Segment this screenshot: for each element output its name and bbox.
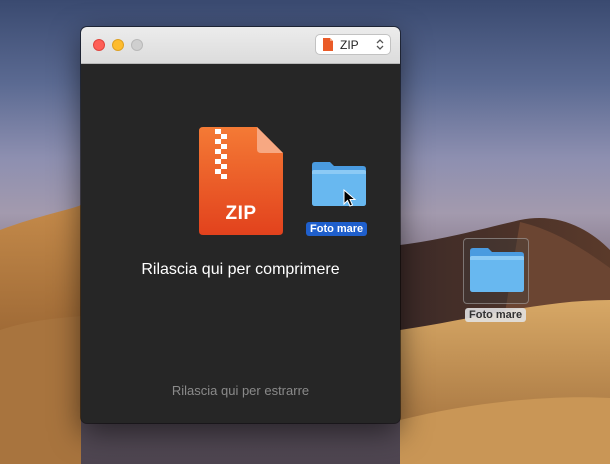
archiver-window[interactable]: ZIP ZIP Foto mare Rilascia qui per compr… xyxy=(81,27,400,423)
dragged-folder-label: Foto mare xyxy=(306,222,368,236)
zoom-button[interactable] xyxy=(131,39,143,51)
close-button[interactable] xyxy=(93,39,105,51)
zip-document-icon xyxy=(323,38,333,51)
minimize-button[interactable] xyxy=(112,39,124,51)
format-selector[interactable]: ZIP xyxy=(315,34,391,55)
drop-to-extract-text: Rilascia qui per estrarre xyxy=(171,383,310,398)
folder-icon[interactable] xyxy=(310,161,368,207)
desktop-folder-label[interactable]: Foto mare xyxy=(465,308,527,322)
drop-to-compress-text: Rilascia qui per comprimere xyxy=(141,261,340,278)
folder-icon xyxy=(470,248,524,292)
cursor-arrow-icon xyxy=(343,189,357,207)
chevron-updown-icon xyxy=(376,39,384,50)
zip-icon-label: ZIP xyxy=(225,203,257,224)
desktop-folder-selection[interactable] xyxy=(463,238,529,304)
format-selector-label: ZIP xyxy=(340,37,359,52)
title-bar[interactable]: ZIP xyxy=(81,27,400,64)
